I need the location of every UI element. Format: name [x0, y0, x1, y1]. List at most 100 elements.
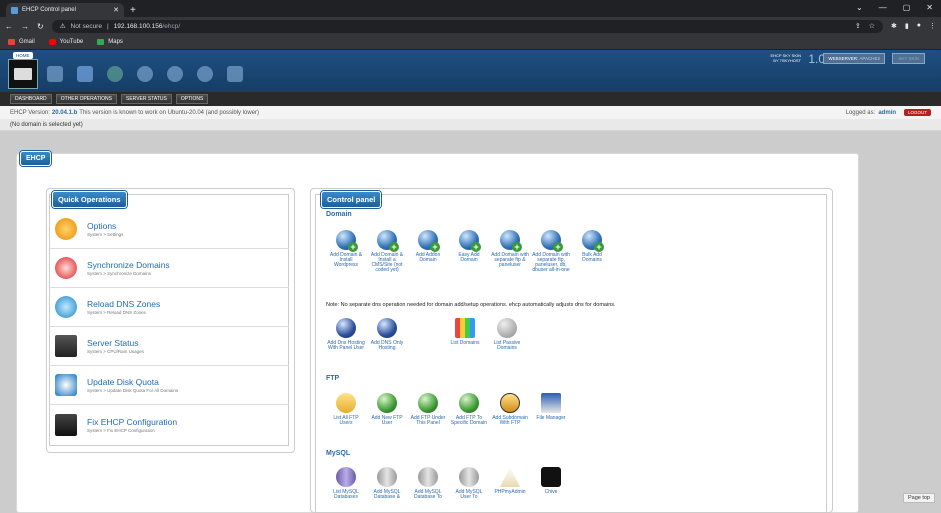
- home-monitor-icon[interactable]: [8, 59, 38, 89]
- user-icon[interactable]: [132, 60, 158, 88]
- add-ftp-under-panel[interactable]: Add FTP Under This Panel: [409, 393, 447, 426]
- globe-icon[interactable]: [102, 60, 128, 88]
- add-globe-icon: [582, 230, 604, 252]
- ehcp-header: HOME EHCP SKY SKIN BY 7SKYHOST 1.0 WEBSER…: [0, 50, 941, 92]
- easy-add-domain[interactable]: Easy Add Domain: [450, 230, 488, 263]
- extensions-icon[interactable]: ✱: [891, 22, 897, 30]
- tab-title: EHCP Control panel: [22, 7, 76, 13]
- add-globe-icon: [336, 230, 358, 252]
- add-domain-separate-ftp[interactable]: Add Domain with separate ftp & paneluser: [491, 230, 529, 268]
- add-domain-wordpress[interactable]: Add Domain & Install Wordpress: [327, 230, 365, 268]
- home-label: HOME: [13, 52, 33, 59]
- list-passive-domains[interactable]: List Passive Domains: [488, 318, 526, 351]
- profile-icon[interactable]: ●: [917, 22, 921, 30]
- bookmark-star-icon[interactable]: ☆: [869, 22, 875, 30]
- menu-options[interactable]: OPTIONS: [175, 94, 209, 104]
- youtube-icon: [48, 39, 56, 45]
- quick-op-reload-dns[interactable]: Reload DNS Zones System > Reload DNS Zone…: [49, 288, 289, 327]
- list-all-ftp-users[interactable]: List All FTP Users: [327, 393, 365, 426]
- back-icon[interactable]: ←: [5, 22, 13, 31]
- add-globe-icon: [418, 230, 440, 252]
- add-mysql-user-to[interactable]: Add MySQL User To: [450, 467, 488, 500]
- monitor-icon: [55, 335, 77, 357]
- add-domain-cms[interactable]: Add Domain & Install a CMS/Site (not cod…: [368, 230, 406, 273]
- add-subdomain-ftp[interactable]: Add Subdomain With FTP: [491, 393, 529, 426]
- menu-dashboard[interactable]: DASHBOARD: [10, 94, 52, 104]
- mysql-section-title: MySQL: [326, 450, 351, 457]
- document-icon[interactable]: [42, 60, 68, 88]
- book-icon[interactable]: [72, 60, 98, 88]
- logged-user[interactable]: admin: [878, 110, 896, 116]
- control-panel-title: Control panel: [321, 191, 382, 208]
- tools-icon: [55, 413, 77, 436]
- dns-globe-icon: [377, 318, 397, 338]
- add-domain-all-in-one[interactable]: Add Domain with separate ftp, paneluser,…: [532, 230, 570, 273]
- books-icon[interactable]: [222, 60, 248, 88]
- pie-chart-icon[interactable]: [162, 60, 188, 88]
- page-top-button[interactable]: Page top: [902, 493, 935, 503]
- menu-other-operations[interactable]: OTHER OPERATIONS: [55, 94, 117, 104]
- quick-op-server-status[interactable]: Server Status System > CPU/Ram Usages: [49, 327, 289, 366]
- menu-server-status[interactable]: SERVER STATUS: [121, 94, 172, 104]
- maps-icon: [97, 39, 105, 45]
- add-dns-hosting-panel-user[interactable]: Add Dns Hosting With Panel User: [327, 318, 365, 351]
- warning-icon: ⚠: [59, 23, 66, 30]
- quick-op-options[interactable]: Options System > Settings: [49, 210, 289, 249]
- bookmark-maps[interactable]: Maps: [97, 39, 123, 45]
- chive[interactable]: Chive: [532, 467, 570, 495]
- close-tab-icon[interactable]: ✕: [113, 6, 119, 14]
- add-addon-domain[interactable]: Add Addon Domain: [409, 230, 447, 263]
- add-dns-only-hosting[interactable]: Add DNS Only Hosting: [368, 318, 406, 351]
- info-icon[interactable]: [192, 60, 218, 88]
- webserver-button[interactable]: WEBSERVER: APACHE2: [823, 53, 885, 64]
- disk-icon: [55, 374, 77, 396]
- list-mysql-databases[interactable]: List MySQL Databases: [327, 467, 365, 500]
- url-input[interactable]: ⚠ Not secure | 192.168.100.156/ehcp/ ⇪ ☆: [51, 19, 884, 33]
- minimize-icon[interactable]: —: [879, 3, 887, 12]
- add-mysql-database-to[interactable]: Add MySQL Database To: [409, 467, 447, 500]
- new-tab-button[interactable]: +: [130, 5, 136, 16]
- ehcp-favicon-icon: [11, 6, 18, 14]
- quick-operations-title: Quick Operations: [52, 191, 127, 208]
- browser-tab-bar: EHCP Control panel ✕ +: [0, 0, 941, 17]
- quick-op-update-disk-quota[interactable]: Update Disk Quota System > Update Disk Qu…: [49, 366, 289, 405]
- add-ftp-specific-domain[interactable]: Add FTP To Specific Domain: [450, 393, 488, 426]
- no-domain-message: (No domain is selected yet): [0, 119, 941, 131]
- database-icon: [377, 467, 397, 487]
- menu-icon[interactable]: ⋮: [929, 22, 936, 30]
- browser-tab[interactable]: EHCP Control panel ✕: [6, 3, 124, 17]
- skin-brand: EHCP SKY SKIN BY 7SKYHOST: [770, 53, 801, 63]
- logout-button[interactable]: LOGOUT: [903, 109, 931, 116]
- sidebar-icon[interactable]: ▮: [905, 22, 909, 30]
- share-icon[interactable]: ⇪: [855, 22, 861, 30]
- add-globe-icon: [459, 230, 481, 252]
- bookmark-gmail[interactable]: Gmail: [8, 39, 35, 45]
- list-domains[interactable]: List Domains: [446, 318, 484, 346]
- gmail-icon: [8, 39, 15, 45]
- bulk-add-domains[interactable]: Bulk Add Domains: [573, 230, 611, 263]
- grey-globe-icon: [497, 318, 517, 338]
- file-manager[interactable]: File Manager: [532, 393, 570, 421]
- reload-icon: [55, 296, 77, 318]
- ftp-globe-icon: [377, 393, 397, 413]
- close-window-icon[interactable]: ✕: [926, 3, 933, 12]
- quick-op-fix-ehcp[interactable]: Fix EHCP Configuration System > Fix EHCP …: [49, 405, 289, 444]
- chevron-down-icon[interactable]: ⌄: [856, 3, 863, 12]
- add-new-ftp-user[interactable]: Add New FTP User: [368, 393, 406, 426]
- skin-button[interactable]: SKY SKIN: [892, 53, 925, 64]
- quick-op-synchronize-domains[interactable]: Synchronize Domains System > Synchronize …: [49, 249, 289, 288]
- maximize-icon[interactable]: ▢: [903, 3, 911, 12]
- database-icon: [336, 467, 356, 487]
- reload-icon[interactable]: ↻: [37, 22, 44, 31]
- ftp-section-title: FTP: [326, 375, 340, 382]
- bookmark-youtube[interactable]: YouTube: [48, 39, 83, 45]
- phpmyadmin[interactable]: PHPmyAdmin: [491, 467, 529, 495]
- ehcp-section-tag: EHCP: [20, 151, 52, 166]
- version-bar: EHCP Version: 20.04.1.b This version is …: [0, 106, 941, 119]
- add-mysql-database[interactable]: Add MySQL Database &: [368, 467, 406, 500]
- ftp-globe-icon: [418, 393, 438, 413]
- not-secure-label: Not secure: [70, 22, 102, 30]
- subdomain-folder-icon: [500, 393, 520, 413]
- main-menu: DASHBOARD OTHER OPERATIONS SERVER STATUS…: [0, 92, 941, 106]
- forward-icon[interactable]: →: [21, 22, 29, 31]
